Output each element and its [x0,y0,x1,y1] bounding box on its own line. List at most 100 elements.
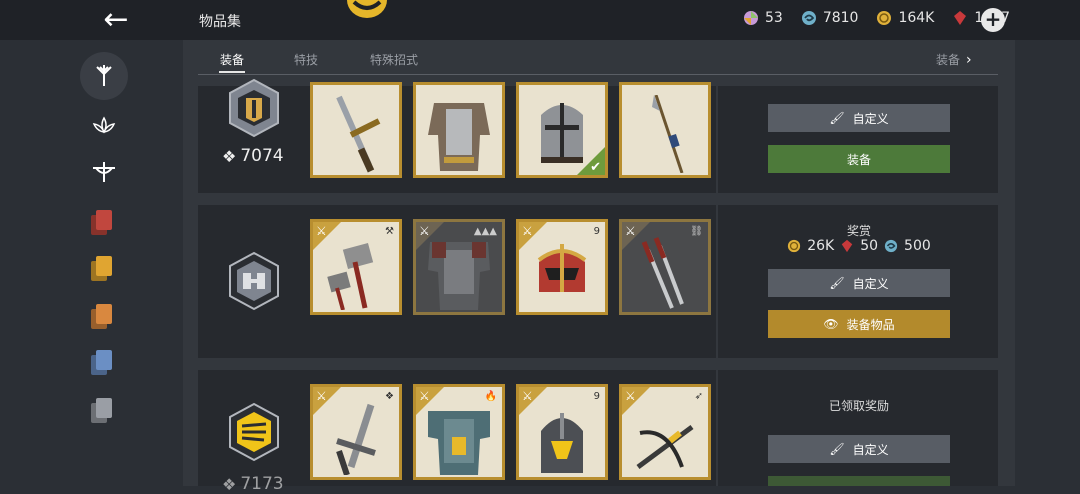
item-card-sword[interactable]: ⚔ ❖ [310,384,402,480]
swirl-currency[interactable]: 7810 [801,10,859,26]
bow-emblem-icon [93,162,115,182]
reward-coin-amount: 26K [807,238,835,254]
reward-swirl-amount: 500 [904,238,931,254]
item-card-armor[interactable]: ⚔ ▲▲▲ [413,219,505,315]
sidebar-item-bow[interactable] [80,148,128,196]
helmet-icon [541,413,583,473]
customize-button[interactable]: 🖌 自定义 [768,104,950,132]
grey-cards-icon [96,398,112,418]
sidebar-item-lotus[interactable] [80,102,128,150]
coin-currency[interactable]: 164K [876,10,934,26]
armor-icon [428,103,490,171]
crossbow-icon [636,424,694,470]
coin-amount: 164K [898,10,935,26]
tab-skills[interactable]: 特技 [294,51,318,68]
reward-list: 26K 50 500 [768,238,950,254]
brush-icon: 🖌 [829,111,845,125]
sword-emblem-icon [96,65,112,86]
claw-badge-icon [229,402,279,462]
customize-button[interactable]: 🖌 自定义 [768,269,950,297]
item-card-sword[interactable] [310,82,402,178]
ruby-icon [954,11,967,25]
brush-icon: 🖌 [829,442,845,456]
spear-icon [652,95,684,173]
item-card-helmet[interactable]: ⚔ 9 [516,219,608,315]
chevron-right-icon: › [966,51,972,68]
swirl-icon [884,239,898,253]
pinwheel-icon [743,11,758,25]
tab-equipment[interactable]: 装备 [220,51,244,68]
page-title: 物品集 [199,14,241,30]
equip-label: 装备 [846,152,871,167]
collection-row: ⚔ ⚒ ⚔ ▲▲▲ ⚔ 9 ⚔ ⛓ 奖赏 26K 50 500 🖌 自定义 👁 … [198,205,998,358]
next-category-label: 装备 [936,53,961,67]
equip-items-label: 装备物品 [846,317,895,332]
brush-icon: 🖌 [829,276,845,290]
hammer-badge-icon [229,251,279,311]
customize-label: 自定义 [852,276,889,291]
yellow-cards-icon [96,256,112,276]
sidebar-item-orange-cards[interactable] [80,290,128,338]
collection-row: ❖ 7173 ⚔ ❖ ⚔ 🔥 ⚔ 9 ⚔ ➶ 已领取奖励 🖌 自定义 [198,370,998,494]
lotus-icon [92,116,116,134]
customize-label: 自定义 [852,442,889,457]
add-currency-button[interactable]: + [981,8,1005,32]
eye-icon: 👁 [823,317,839,331]
item-card-crossbow[interactable]: ⚔ ➶ [619,384,711,480]
tab-special-moves[interactable]: 特殊招式 [370,51,418,68]
item-card-daggers[interactable]: ⚔ ⛓ [619,219,711,315]
tab-bar: 装备 特技 特殊招式 [198,40,998,75]
row-divider [716,370,718,486]
helmet-icon [537,244,587,292]
item-card-armor[interactable] [413,82,505,178]
sidebar-item-red-cards[interactable] [80,196,128,244]
sidebar-item-blue-cards[interactable] [80,336,128,384]
swirl-icon [801,11,816,25]
item-card-helmet[interactable]: ⚔ 9 [516,384,608,480]
coin-icon [877,11,892,25]
reward-title: 奖赏 [846,224,871,238]
equip-items-button[interactable]: 👁 装备物品 [768,310,950,338]
sidebar-item-grey-cards[interactable] [80,384,128,432]
swirl-amount: 7810 [822,10,859,26]
score-value: 7074 [240,146,284,166]
reward-claimed-text: 已领取奖励 [828,399,889,413]
equip-button[interactable] [768,476,950,486]
score-value: 7173 [240,474,284,494]
item-card-armor[interactable]: ⚔ 🔥 [413,384,505,480]
emblem-logo-icon [347,0,387,18]
equip-button[interactable]: 装备 [768,145,950,173]
pinwheel-amount: 53 [764,10,783,26]
row-divider [716,205,718,358]
ruby-icon [841,239,853,253]
sidebar-item-weapons[interactable] [80,52,128,100]
item-card-helmet[interactable]: ✔ [516,82,608,178]
orange-cards-icon [96,304,112,324]
item-card-hammer[interactable]: ⚔ ⚒ [310,219,402,315]
coin-icon [788,239,801,253]
reward-ruby-amount: 50 [860,238,879,254]
currency-bar: 53 7810 164K 1547 [743,10,1010,26]
red-cards-icon [96,210,112,230]
active-tab-indicator [219,71,245,73]
pinwheel-currency[interactable]: 53 [743,10,783,26]
sidebar-item-yellow-cards[interactable] [80,242,128,290]
collection-row: ❖ 7074 ✔ 🖌 自定义 装备 [198,78,998,193]
score-diamond-icon: ❖ [222,474,237,494]
score-diamond-icon: ❖ [222,146,237,166]
next-category-link[interactable]: 装备 › [936,51,972,68]
collection-score: ❖ 7074 [222,146,284,166]
item-card-spear[interactable] [619,82,711,178]
hammer-icon [327,242,374,310]
back-button[interactable]: ← [98,5,134,35]
collection-score: ❖ 7173 [222,474,284,494]
armor-icon [428,411,490,475]
knight-badge-icon [229,78,279,138]
sword-icon [336,95,381,173]
customize-button[interactable]: 🖌 自定义 [768,435,950,463]
row-divider [716,86,718,193]
checkmark-icon: ✔ [590,160,601,175]
daggers-icon [641,237,684,309]
sword-icon [336,403,376,475]
customize-label: 自定义 [852,111,889,126]
